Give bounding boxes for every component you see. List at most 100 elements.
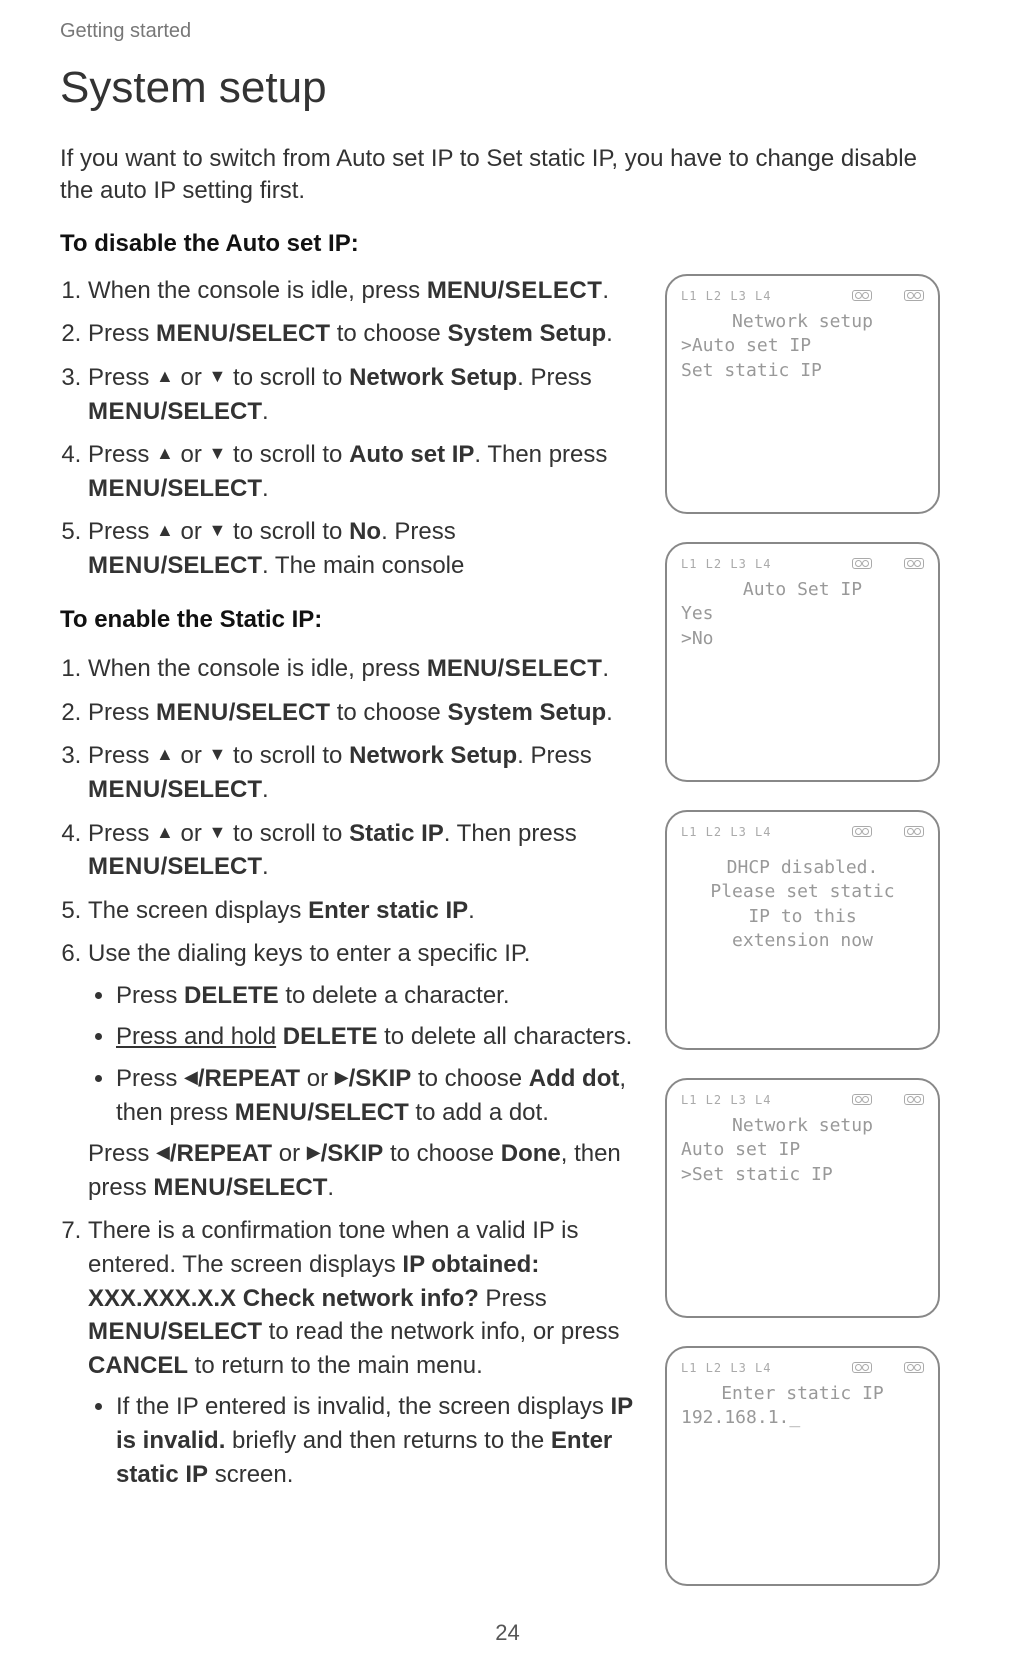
screen-line: DHCP disabled. — [681, 856, 924, 880]
tape-icon — [904, 1094, 924, 1105]
text: . — [262, 776, 269, 803]
text: to scroll to — [226, 820, 349, 847]
screen-title: Auto Set IP — [681, 578, 924, 602]
tape-icon — [852, 1094, 872, 1105]
key-menu: MENU — [88, 1318, 161, 1345]
bullet-delete-char: Press DELETE to delete a character. — [116, 979, 635, 1013]
tape-icon — [852, 290, 872, 301]
menu-item: System Setup — [447, 320, 606, 347]
sub-bullets: Press DELETE to delete a character. Pres… — [88, 979, 635, 1129]
text: . — [262, 853, 269, 880]
menu-item: Network Setup — [349, 742, 517, 769]
menu-item: Auto set IP — [349, 441, 474, 468]
screen-line: Set static IP — [681, 359, 924, 383]
screen-line: >Auto set IP — [681, 334, 924, 358]
intro-paragraph: If you want to switch from Auto set IP t… — [60, 143, 955, 208]
screen-line: 192.168.1._ — [681, 1406, 924, 1430]
text: Press — [116, 1065, 184, 1092]
step-3: Press ▲ or ▼ to scroll to Network Setup.… — [88, 739, 635, 806]
screen-line: extension now — [681, 929, 924, 953]
text: to choose — [330, 699, 447, 726]
text: . Press — [381, 518, 456, 545]
tape-icon — [904, 826, 924, 837]
status-icons: L1 L2 L3 L4 — [681, 1092, 924, 1108]
screen-line: IP to this — [681, 905, 924, 929]
text: to choose — [411, 1065, 528, 1092]
text: . — [262, 475, 269, 502]
text: . The main console — [262, 552, 464, 579]
key-menu: MENU — [427, 655, 498, 682]
text: . — [606, 699, 613, 726]
status-icons: L1 L2 L3 L4 — [681, 556, 924, 572]
arrow-up-icon: ▲ — [156, 518, 174, 543]
step-2: Press MENU/SELECT to choose System Setup… — [88, 317, 635, 351]
text: . — [468, 897, 475, 924]
text: . — [602, 655, 609, 682]
lcd-screen-auto-set-ip: L1 L2 L3 L4 Auto Set IP Yes >No — [665, 542, 940, 782]
text: Press — [88, 441, 156, 468]
lcd-screen-dhcp-disabled: L1 L2 L3 L4 DHCP disabled. Please set st… — [665, 810, 940, 1050]
key-select: /SELECT — [161, 853, 262, 880]
key-select: /SELECT — [161, 398, 262, 425]
bullet-invalid-ip: If the IP entered is invalid, the screen… — [116, 1390, 635, 1491]
text: to scroll to — [226, 441, 349, 468]
text: . Then press — [474, 441, 607, 468]
text: Use the dialing keys to enter a specific… — [88, 940, 530, 967]
key-repeat: /REPEAT — [198, 1065, 300, 1092]
step-1: When the console is idle, press MENU/SEL… — [88, 652, 635, 686]
text: When the console is idle, press — [88, 655, 427, 682]
bullet-delete-all: Press and hold DELETE to delete all char… — [116, 1020, 635, 1054]
arrow-up-icon: ▲ — [156, 364, 174, 389]
key-delete: DELETE — [283, 1023, 378, 1050]
step-6: Use the dialing keys to enter a specific… — [88, 937, 635, 1204]
menu-item: Network Setup — [349, 364, 517, 391]
key-select: /SELECT — [498, 277, 603, 304]
key-menu: MENU — [88, 776, 161, 803]
arrow-right-icon: ▶ — [307, 1140, 321, 1165]
key-select: /SELECT — [229, 320, 330, 347]
text: or — [174, 441, 209, 468]
screen-title: Network setup — [681, 310, 924, 334]
text: or — [174, 364, 209, 391]
status-icons: L1 L2 L3 L4 — [681, 824, 924, 840]
line-labels: L1 L2 L3 L4 — [681, 1360, 771, 1376]
steps-disable: When the console is idle, press MENU/SEL… — [60, 274, 635, 583]
key-menu: MENU — [88, 853, 161, 880]
text: Press — [116, 982, 184, 1009]
screen-line: >Set static IP — [681, 1163, 924, 1187]
key-select: /SELECT — [161, 1318, 262, 1345]
screens-column: L1 L2 L3 L4 Network setup >Auto set IP S… — [665, 274, 955, 1586]
step-2: Press MENU/SELECT to choose System Setup… — [88, 696, 635, 730]
screen-line: Auto set IP — [681, 1138, 924, 1162]
text: . — [327, 1174, 334, 1201]
text: to scroll to — [226, 518, 349, 545]
text: to choose — [330, 320, 447, 347]
text: Press — [88, 699, 156, 726]
option-done: Done — [501, 1140, 561, 1167]
menu-item: System Setup — [447, 699, 606, 726]
key-select: /SELECT — [161, 776, 262, 803]
screen-title: Network setup — [681, 1114, 924, 1138]
text: to read the network info, or press — [262, 1318, 620, 1345]
tape-icon — [852, 558, 872, 569]
text: The screen displays — [88, 897, 308, 924]
text: screen. — [208, 1461, 293, 1488]
arrow-down-icon: ▼ — [209, 441, 227, 466]
text: . — [602, 277, 609, 304]
tape-icon — [904, 558, 924, 569]
arrow-down-icon: ▼ — [209, 742, 227, 767]
page-number: 24 — [0, 1620, 1015, 1646]
step-3: Press ▲ or ▼ to scroll to Network Setup.… — [88, 361, 635, 428]
arrow-left-icon: ◀ — [184, 1065, 198, 1090]
text-underlined: Press and hold — [116, 1023, 276, 1050]
menu-item: No — [349, 518, 381, 545]
text: to choose — [383, 1140, 500, 1167]
text: Press — [479, 1285, 547, 1312]
lcd-screen-set-static: L1 L2 L3 L4 Network setup Auto set IP >S… — [665, 1078, 940, 1318]
status-icons: L1 L2 L3 L4 — [681, 1360, 924, 1376]
key-delete: DELETE — [184, 982, 279, 1009]
key-skip: /SKIP — [349, 1065, 412, 1092]
steps-enable: When the console is idle, press MENU/SEL… — [60, 652, 635, 1491]
instructions-column: When the console is idle, press MENU/SEL… — [60, 274, 635, 1586]
text: to scroll to — [226, 742, 349, 769]
